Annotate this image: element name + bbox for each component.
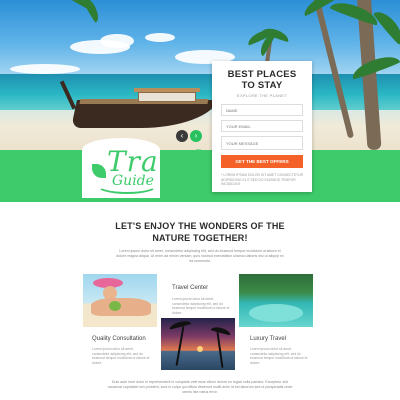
form-title: BEST PLACES TO STAY (227, 69, 297, 91)
hero-banner: ‹ › (0, 0, 400, 150)
tile-image-luxury-travel[interactable] (239, 274, 313, 327)
coconut (109, 301, 121, 311)
section-heading: LET'S ENJOY THE WONDERS OF THE NATURE TO… (100, 220, 300, 244)
name-field[interactable] (221, 104, 303, 116)
palm-trunk (175, 326, 185, 366)
tile-text: Lorem ipsum dolor sit amet, consectetur … (92, 347, 150, 365)
bottom-paragraph: Duis aute irure dolor in reprehenderit i… (107, 380, 293, 394)
booking-form-card: BEST PLACES TO STAY EXPLORE THE PLANET G… (212, 61, 312, 192)
form-subtitle: EXPLORE THE PLANET (236, 93, 287, 98)
email-field[interactable] (221, 120, 303, 132)
form-note: * LOREM IPSUM DOLOR SIT AMET CONSECTETUR… (221, 173, 304, 187)
slider-prev-button[interactable]: ‹ (176, 130, 188, 142)
tile-caption[interactable]: Travel Center (172, 285, 208, 291)
heading-line-1: LET'S ENJOY THE WONDERS OF THE (115, 221, 285, 231)
tile-image-travel-center[interactable] (161, 318, 235, 370)
tile-caption[interactable]: Quality Consultation (92, 336, 146, 342)
palm-leaf (168, 319, 192, 330)
logo-word-guide[interactable]: Guide (112, 173, 154, 189)
cloud (10, 64, 80, 74)
intro-paragraph: Lorem ipsum dolor sit amet, consectetur … (116, 249, 284, 263)
tile-text: Lorem ipsum dolor sit amet, consectetur … (172, 297, 230, 315)
person (91, 298, 151, 316)
palm-trunk (216, 332, 224, 368)
tile-text: Lorem ipsum dolor sit amet, consectetur … (250, 347, 308, 365)
lagoon (249, 304, 303, 322)
palm-leaf (210, 325, 232, 336)
tile-caption[interactable]: Luxury Travel (250, 336, 286, 342)
message-field[interactable] (221, 136, 303, 150)
boat-cabin (138, 92, 196, 102)
get-offers-button[interactable]: GET THE BEST OFFERS (221, 155, 303, 168)
sun (197, 346, 203, 352)
heading-line-2: NATURE TOGETHER! (152, 233, 248, 243)
slider-next-button[interactable]: › (190, 130, 202, 142)
cloud (145, 33, 175, 42)
tile-image-quality-consultation[interactable] (83, 274, 157, 327)
cloud (100, 34, 134, 48)
